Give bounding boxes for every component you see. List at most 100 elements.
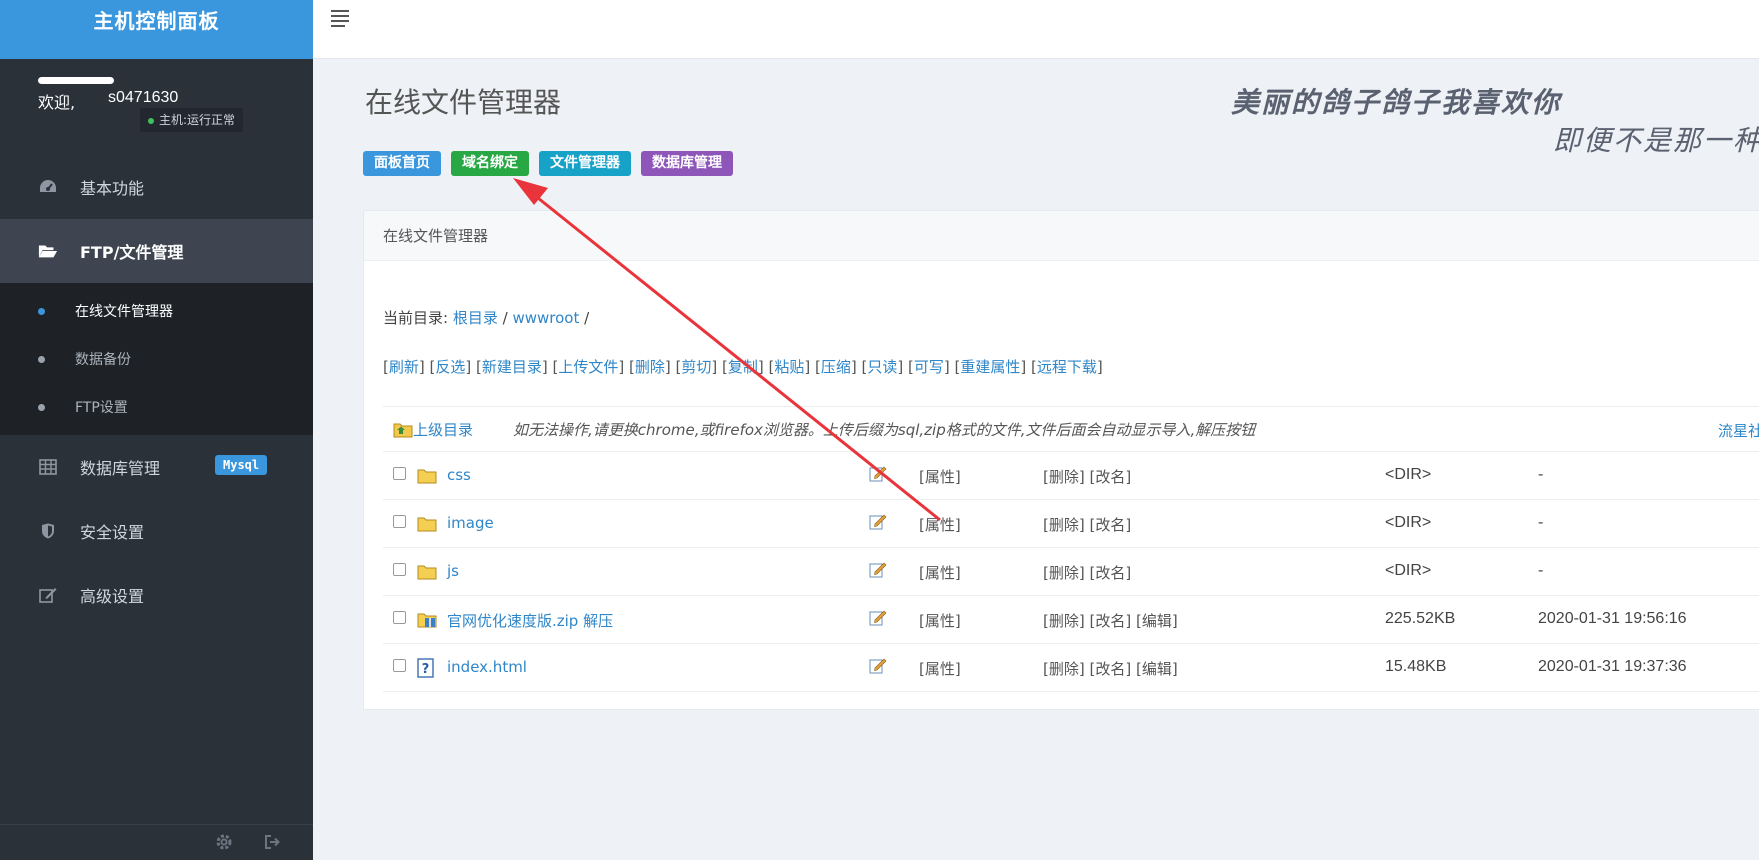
rename-link[interactable]: [改名] [1090, 564, 1132, 582]
unzip-link[interactable]: 解压 [583, 612, 613, 630]
rebuild-attr-action[interactable]: 重建属性 [960, 358, 1020, 376]
upload-action[interactable]: 上传文件 [558, 358, 618, 376]
rename-link[interactable]: [改名] [1090, 660, 1132, 678]
file-name-link[interactable]: css [447, 466, 471, 484]
delete-link[interactable]: [删除] [1043, 612, 1085, 630]
properties-action[interactable]: [属性] [919, 562, 961, 583]
menu-toggle-icon[interactable] [331, 10, 349, 27]
table-icon [38, 457, 58, 477]
file-size: <DIR> [1385, 562, 1432, 579]
delete-link[interactable]: [删除] [1043, 516, 1085, 534]
writable-action[interactable]: 可写 [914, 358, 944, 376]
delete-action[interactable]: 删除 [635, 358, 665, 376]
community-link[interactable]: 流星社区 [1718, 420, 1759, 441]
svg-text:?: ? [422, 662, 430, 677]
table-row: js [属性] [删除] [改名] <DIR> - [383, 548, 1759, 596]
gear-icon[interactable] [215, 833, 233, 851]
properties-action[interactable]: [属性] [919, 658, 961, 679]
row-checkbox[interactable] [393, 467, 406, 480]
breadcrumb-wwwroot-link[interactable]: wwwroot [512, 309, 579, 327]
table-row: ? index.html [属性] [删除] [改名] [编辑] 15.48KB… [383, 644, 1759, 692]
edit-link[interactable]: [编辑] [1136, 660, 1178, 678]
properties-action[interactable]: [属性] [919, 466, 961, 487]
sidebar-subitem-backup[interactable]: 数据备份 [0, 335, 313, 383]
file-size: 225.52KB [1385, 610, 1456, 627]
quick-buttons: 面板首页 域名绑定 文件管理器 数据库管理 [363, 151, 733, 176]
delete-link[interactable]: [删除] [1043, 468, 1085, 486]
sidebar-submenu: 在线文件管理器 数据备份 FTP设置 [0, 283, 313, 435]
host-status-badge: 主机:运行正常 [140, 108, 244, 132]
file-manager-button[interactable]: 文件管理器 [539, 151, 631, 176]
host-status-text: 主机:运行正常 [159, 113, 236, 127]
sidebar-subitem-ftp-settings[interactable]: FTP设置 [0, 383, 313, 431]
sidebar-subitem-label: 数据备份 [75, 352, 131, 368]
sidebar-item-basic[interactable]: 基本功能 [0, 155, 313, 219]
remote-download-action[interactable]: 远程下载 [1037, 358, 1097, 376]
rename-link[interactable]: [改名] [1090, 468, 1132, 486]
sidebar-item-advanced[interactable]: 高级设置 [0, 563, 313, 627]
file-manager-panel: 在线文件管理器 当前目录: 根目录 / wwwroot / [刷新] [反选] … [363, 210, 1759, 710]
edit-pencil-icon[interactable] [869, 465, 887, 483]
breadcrumb-separator: / [502, 309, 508, 327]
new-dir-action[interactable]: 新建目录 [482, 358, 542, 376]
parent-dir-row: 上级目录 如无法操作,请更换chrome,或firefox浏览器。上传后缀为sq… [383, 406, 1759, 452]
edit-icon [38, 585, 58, 605]
edit-pencil-icon[interactable] [869, 561, 887, 579]
top-bar [313, 0, 1759, 59]
username: s0471630 [108, 89, 179, 106]
edit-pencil-icon[interactable] [869, 657, 887, 675]
domain-binding-button[interactable]: 域名绑定 [451, 151, 529, 176]
bullet-icon [38, 355, 45, 363]
sidebar-item-database[interactable]: 数据库管理 Mysql [0, 435, 313, 499]
dashboard-icon [38, 177, 58, 197]
compress-action[interactable]: 压缩 [821, 358, 851, 376]
file-mtime: 2020-01-31 19:37:36 [1538, 658, 1687, 675]
file-size: 15.48KB [1385, 658, 1447, 675]
edit-link[interactable]: [编辑] [1136, 612, 1178, 630]
mysql-badge: Mysql [215, 455, 268, 475]
folder-up-icon [393, 420, 413, 438]
row-checkbox[interactable] [393, 563, 406, 576]
readonly-action[interactable]: 只读 [867, 358, 897, 376]
file-name-link[interactable]: image [447, 514, 494, 532]
main-content: 在线文件管理器 美丽的鸽子鸽子我喜欢你 即便不是那一种 面板首页 域名绑定 文件… [313, 59, 1759, 860]
delete-link[interactable]: [删除] [1043, 660, 1085, 678]
current-dir-label: 当前目录: [383, 309, 449, 327]
sidebar-item-label: 高级设置 [80, 587, 145, 606]
row-actions: [删除] [改名] [1043, 562, 1131, 583]
user-panel: 欢迎, s0471630 主机:运行正常 [0, 59, 313, 155]
file-name-link[interactable]: js [447, 562, 459, 580]
edit-pencil-icon[interactable] [869, 609, 887, 627]
delete-link[interactable]: [删除] [1043, 564, 1085, 582]
invert-select-action[interactable]: 反选 [435, 358, 465, 376]
row-checkbox[interactable] [393, 611, 406, 624]
bullet-icon [38, 307, 45, 315]
refresh-action[interactable]: 刷新 [389, 358, 419, 376]
file-size: <DIR> [1385, 466, 1432, 483]
cut-action[interactable]: 剪切 [681, 358, 711, 376]
logout-icon[interactable] [264, 833, 282, 851]
file-name-link[interactable]: 官网优化速度版.zip [447, 612, 578, 630]
row-checkbox[interactable] [393, 659, 406, 672]
edit-pencil-icon[interactable] [869, 513, 887, 531]
page-title: 在线文件管理器 [365, 86, 562, 119]
breadcrumb-root-link[interactable]: 根目录 [453, 309, 498, 327]
properties-action[interactable]: [属性] [919, 514, 961, 535]
sidebar-subitem-file-manager[interactable]: 在线文件管理器 [0, 287, 313, 335]
panel-home-button[interactable]: 面板首页 [363, 151, 441, 176]
row-checkbox[interactable] [393, 515, 406, 528]
parent-dir-link[interactable]: 上级目录 [413, 419, 473, 440]
copy-action[interactable]: 复制 [728, 358, 758, 376]
paste-action[interactable]: 粘贴 [774, 358, 804, 376]
rename-link[interactable]: [改名] [1090, 516, 1132, 534]
sidebar-item-label: 安全设置 [80, 523, 145, 542]
file-name-link[interactable]: index.html [447, 658, 527, 676]
sidebar-item-security[interactable]: 安全设置 [0, 499, 313, 563]
bullet-icon [38, 403, 45, 411]
sidebar-item-ftp[interactable]: FTP/文件管理 [0, 219, 313, 283]
database-manage-button[interactable]: 数据库管理 [641, 151, 733, 176]
properties-action[interactable]: [属性] [919, 610, 961, 631]
avatar [38, 77, 114, 84]
slogan-line-2: 即便不是那一种 [1553, 124, 1759, 157]
rename-link[interactable]: [改名] [1090, 612, 1132, 630]
